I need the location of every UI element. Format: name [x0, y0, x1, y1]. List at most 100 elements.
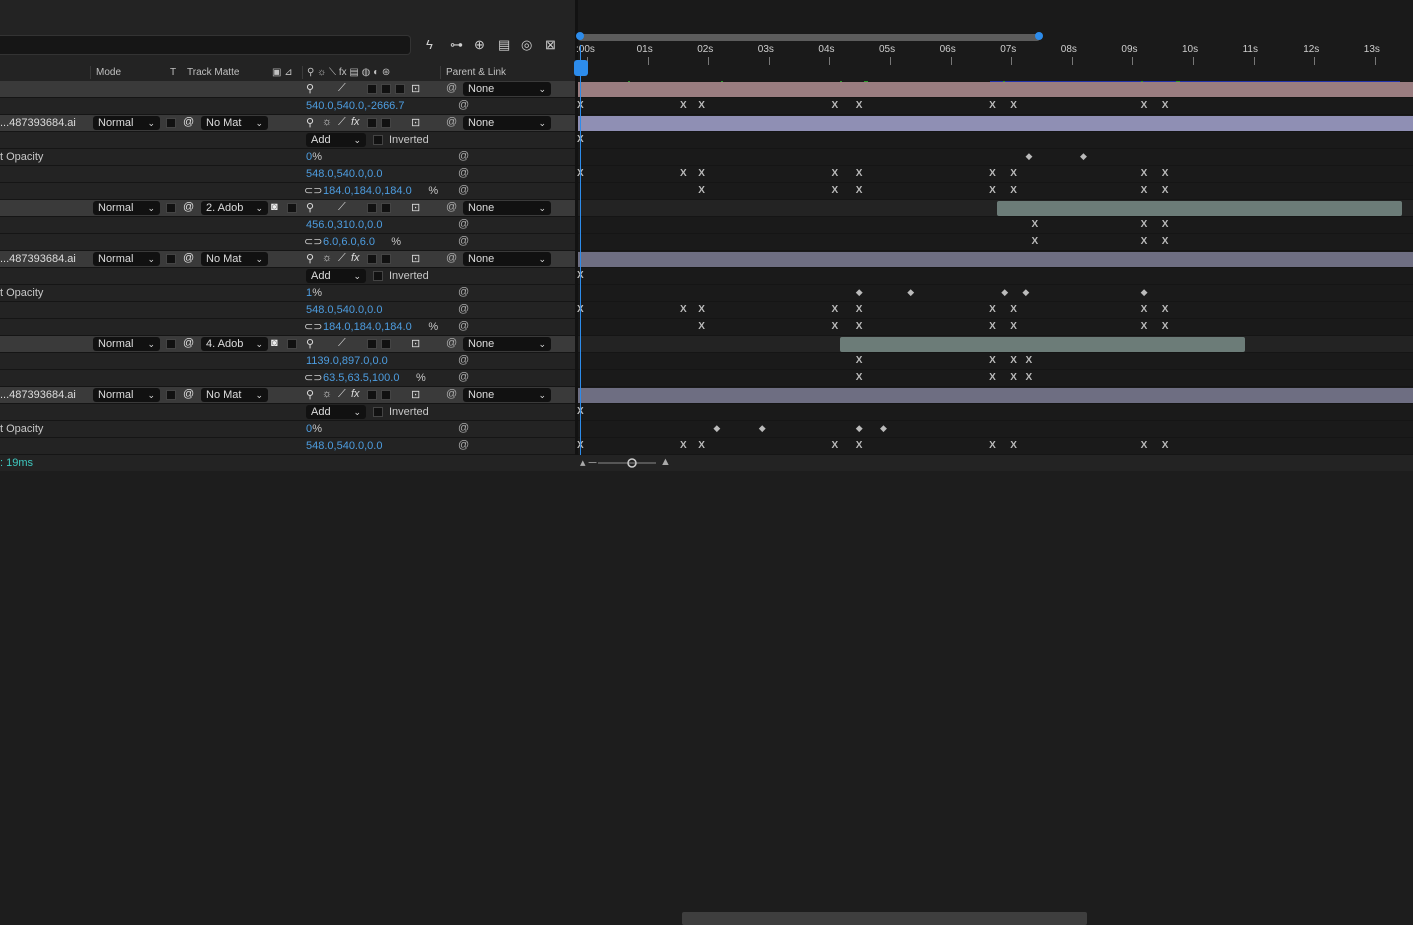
- keyframe-hold-icon[interactable]: X: [680, 304, 687, 315]
- keyframe-hold-icon[interactable]: X: [1162, 440, 1169, 451]
- keyframe-hold-icon[interactable]: X: [1025, 355, 1032, 366]
- keyframe-hold-icon[interactable]: X: [698, 185, 705, 196]
- keyframe-hold-icon[interactable]: X: [989, 304, 996, 315]
- property-value[interactable]: 548.0,540.0,0.0: [306, 168, 382, 180]
- shy-switch-icon[interactable]: ⚲: [306, 82, 314, 95]
- track-matte-dropdown[interactable]: No Mat ⌄: [201, 388, 268, 402]
- frame-blend-box[interactable]: [367, 390, 377, 400]
- keyframe-hold-icon[interactable]: X: [1141, 219, 1148, 230]
- mask-mode-dropdown[interactable]: Add ⌄: [306, 133, 366, 147]
- matte-invert-box[interactable]: [287, 339, 297, 349]
- layer-duration-bar[interactable]: [578, 116, 1413, 131]
- keyframe-hold-icon[interactable]: X: [832, 440, 839, 451]
- keyframe-hold-icon[interactable]: X: [832, 321, 839, 332]
- keyframe-hold-icon[interactable]: X: [1162, 304, 1169, 315]
- pick-whip-icon[interactable]: @: [446, 337, 457, 349]
- layer-row[interactable]: Normal ⌄ @4. Adob ⌄ ◙ ⚲ ⟋ ⊡ @ None ⌄: [0, 336, 575, 353]
- keyframe-hold-icon[interactable]: X: [989, 372, 996, 383]
- property-value[interactable]: 184.0,184.0,184.0: [323, 321, 412, 333]
- property-value[interactable]: 63.5,63.5,100.0: [323, 372, 399, 384]
- layer-row[interactable]: ...487393684.ai Normal ⌄ @ No Mat ⌄ ⚲ ☼ ⟋ fx ⊡ @ Non…: [0, 387, 575, 404]
- frame-blend-box[interactable]: [367, 254, 377, 264]
- quality-switch-icon[interactable]: ⟋: [338, 337, 346, 350]
- collapse-switch-icon[interactable]: ☼: [322, 388, 332, 400]
- keyframe-hold-icon[interactable]: X: [1162, 321, 1169, 332]
- expression-pick-whip-icon[interactable]: @: [458, 150, 469, 162]
- shy-switch-icon[interactable]: ⚲: [306, 201, 314, 214]
- keyframe-diamond-icon[interactable]: ◆: [1001, 287, 1008, 298]
- frame-blend-box[interactable]: [367, 118, 377, 128]
- timeline-track[interactable]: X: [577, 404, 1413, 421]
- property-value[interactable]: 548.0,540.0,0.0: [306, 440, 382, 452]
- keyframe-hold-icon[interactable]: X: [698, 304, 705, 315]
- frame-blend-box[interactable]: [367, 84, 377, 94]
- property-value[interactable]: 548.0,540.0,0.0: [306, 304, 382, 316]
- timeline-track[interactable]: XXXXXXXXX: [577, 302, 1413, 319]
- expression-pick-whip-icon[interactable]: @: [458, 286, 469, 298]
- track-matte-header[interactable]: Track Matte: [187, 67, 239, 78]
- keyframe-hold-icon[interactable]: X: [832, 304, 839, 315]
- link-spiral-icon[interactable]: @: [183, 201, 194, 213]
- keyframe-hold-icon[interactable]: X: [698, 321, 705, 332]
- keyframe-diamond-icon[interactable]: ◆: [1141, 287, 1148, 298]
- keyframe-hold-icon[interactable]: X: [1162, 168, 1169, 179]
- keyframe-hold-icon[interactable]: X: [832, 185, 839, 196]
- keyframe-hold-icon[interactable]: X: [1162, 236, 1169, 247]
- mask-mode-dropdown[interactable]: Add ⌄: [306, 405, 366, 419]
- timeline-track[interactable]: XXXXXXX: [578, 319, 1413, 336]
- three-d-switch-icon[interactable]: ⊡: [411, 388, 420, 401]
- mask-row[interactable]: Add ⌄ Inverted: [0, 268, 575, 285]
- keyframe-hold-icon[interactable]: X: [1141, 440, 1148, 451]
- navigator-start-handle[interactable]: [576, 32, 584, 40]
- parent-dropdown[interactable]: None ⌄: [463, 201, 551, 215]
- timeline-track[interactable]: XXX: [578, 217, 1413, 234]
- motion-blur-box[interactable]: [381, 203, 391, 213]
- matte-invert-box[interactable]: [287, 203, 297, 213]
- pick-whip-icon[interactable]: @: [446, 201, 457, 213]
- timeline-track[interactable]: X: [577, 268, 1413, 285]
- keyframe-hold-icon[interactable]: X: [680, 100, 687, 111]
- keyframe-hold-icon[interactable]: X: [856, 185, 863, 196]
- parent-dropdown[interactable]: None ⌄: [463, 116, 551, 130]
- inverted-checkbox[interactable]: [373, 407, 383, 417]
- constrain-link-icon[interactable]: ⊂⊃: [304, 320, 322, 333]
- property-row[interactable]: 548.0,540.0,0.0 @: [0, 438, 575, 455]
- layer-row[interactable]: ⚲ ⟋ ⊡ @ None ⌄: [0, 81, 575, 98]
- property-value[interactable]: 6.0,6.0,6.0: [323, 236, 375, 248]
- expression-pick-whip-icon[interactable]: @: [458, 167, 469, 179]
- parent-dropdown[interactable]: None ⌄: [463, 252, 551, 266]
- keyframe-hold-icon[interactable]: X: [1141, 236, 1148, 247]
- motion-blur-box[interactable]: [381, 118, 391, 128]
- shy-switch-icon[interactable]: ⚲: [306, 337, 314, 350]
- timeline-track[interactable]: [578, 387, 1413, 404]
- keyframe-hold-icon[interactable]: X: [832, 100, 839, 111]
- keyframe-hold-icon[interactable]: X: [1162, 185, 1169, 196]
- link-spiral-icon[interactable]: @: [183, 116, 194, 128]
- zoom-slider[interactable]: [598, 457, 658, 469]
- three-d-switch-icon[interactable]: ⊡: [411, 82, 420, 95]
- timeline-track[interactable]: [578, 115, 1413, 132]
- quality-switch-icon[interactable]: ⟋: [338, 116, 346, 129]
- property-value[interactable]: 540.0,540.0,-2666.7: [306, 100, 404, 112]
- keyframe-hold-icon[interactable]: X: [698, 168, 705, 179]
- keyframe-hold-icon[interactable]: X: [1162, 219, 1169, 230]
- timeline-track[interactable]: XXX: [578, 234, 1413, 251]
- track-matte-dropdown[interactable]: No Mat ⌄: [201, 252, 268, 266]
- keyframe-diamond-icon[interactable]: ◆: [880, 423, 887, 434]
- keyframe-hold-icon[interactable]: X: [832, 168, 839, 179]
- frame-blend-box[interactable]: [367, 339, 377, 349]
- shy-switch-icon[interactable]: ⚲: [306, 252, 314, 265]
- keyframe-diamond-icon[interactable]: ◆: [856, 423, 863, 434]
- property-row[interactable]: 1139.0,897.0,0.0 @: [0, 353, 575, 370]
- pick-whip-icon[interactable]: @: [446, 388, 457, 400]
- property-row[interactable]: ⊂⊃ 184.0,184.0,184.0% @: [0, 183, 575, 200]
- shy-switch-icon[interactable]: ⚲: [306, 116, 314, 129]
- inverted-checkbox[interactable]: [373, 135, 383, 145]
- draft-3d-icon[interactable]: ⊶: [450, 37, 463, 53]
- navigator-end-handle[interactable]: [1035, 32, 1043, 40]
- expression-pick-whip-icon[interactable]: @: [458, 218, 469, 230]
- track-matte-dropdown[interactable]: No Mat ⌄: [201, 116, 268, 130]
- property-value[interactable]: 184.0,184.0,184.0: [323, 185, 412, 197]
- time-navigator[interactable]: [578, 34, 1040, 41]
- timeline-track[interactable]: X: [577, 132, 1413, 149]
